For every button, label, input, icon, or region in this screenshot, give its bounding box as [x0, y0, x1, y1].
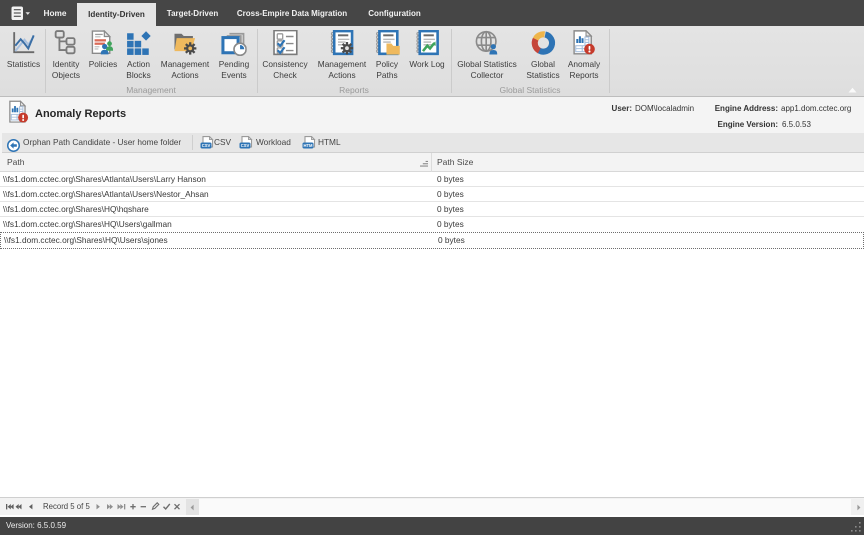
svg-text:CSV: CSV	[241, 143, 250, 148]
svg-text:CSV: CSV	[202, 143, 211, 148]
svg-text:HTM: HTM	[303, 143, 313, 148]
